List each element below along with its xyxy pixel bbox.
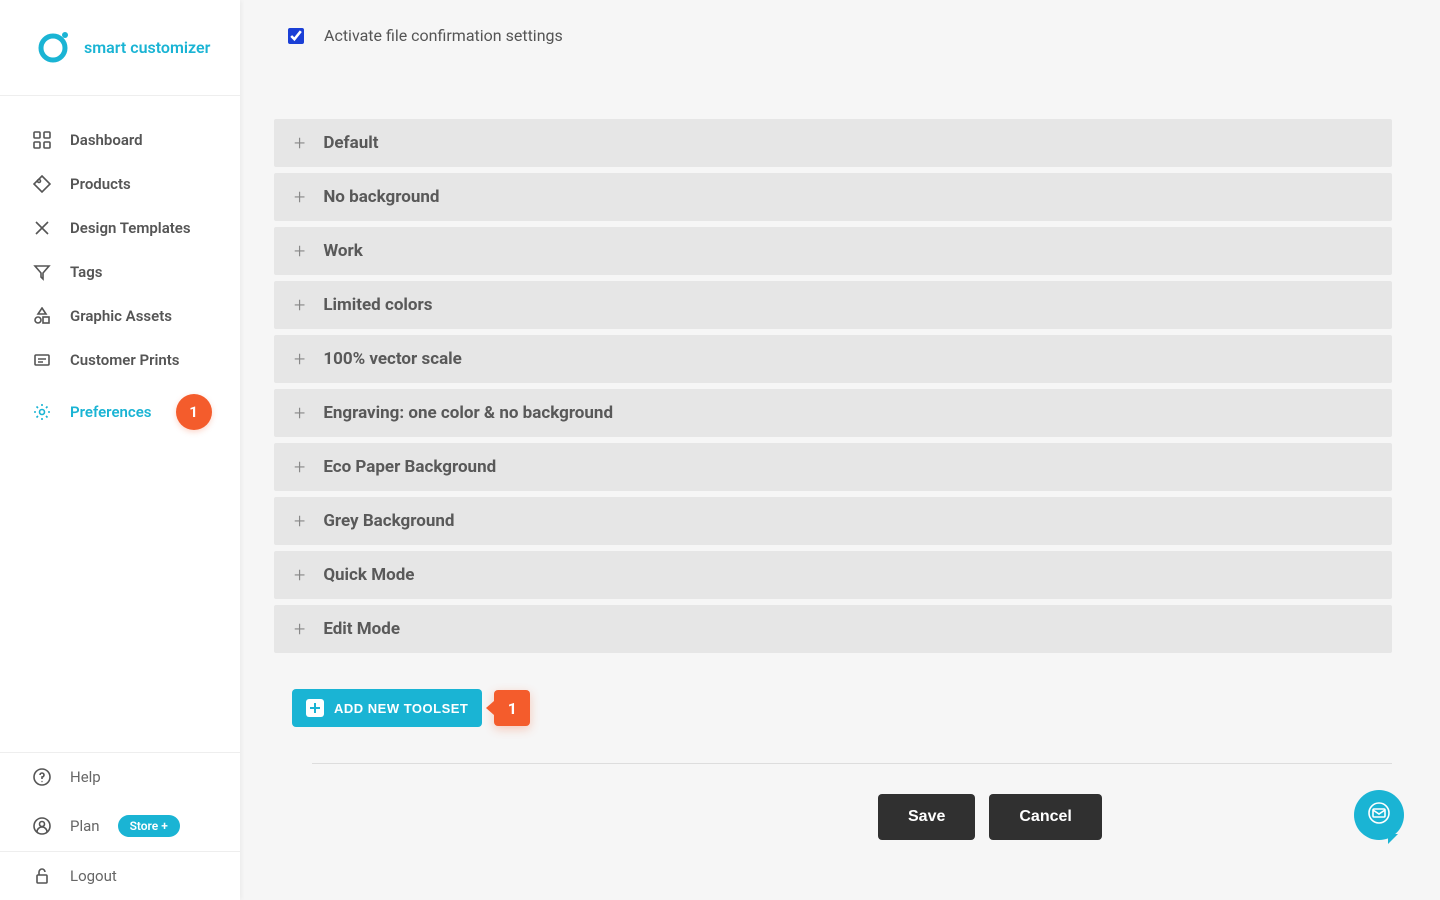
expand-icon: + <box>294 565 305 585</box>
chat-button[interactable] <box>1354 790 1404 840</box>
tag-icon <box>32 174 52 194</box>
shapes-icon <box>32 306 52 326</box>
toolset-label: Grey Background <box>323 511 454 531</box>
sidebar-item-label: Graphic Assets <box>70 307 172 325</box>
expand-icon: + <box>294 457 305 477</box>
toolset-item-vector-scale[interactable]: + 100% vector scale <box>274 335 1392 383</box>
add-button-label: ADD NEW TOOLSET <box>334 701 468 716</box>
save-button[interactable]: Save <box>878 794 975 840</box>
callout-badge: 1 <box>494 690 530 726</box>
sidebar-item-label: Preferences <box>70 403 152 421</box>
toolset-label: 100% vector scale <box>323 349 462 369</box>
toolset-label: Eco Paper Background <box>323 457 496 477</box>
sidebar-item-logout[interactable]: Logout <box>0 852 240 900</box>
toolset-item-edit-mode[interactable]: + Edit Mode <box>274 605 1392 653</box>
cancel-button[interactable]: Cancel <box>989 794 1101 840</box>
toolset-item-eco-paper[interactable]: + Eco Paper Background <box>274 443 1392 491</box>
sidebar-item-dashboard[interactable]: Dashboard <box>0 118 240 162</box>
plus-square-icon <box>306 699 324 717</box>
toolset-label: Work <box>323 241 363 261</box>
sidebar-item-label: Help <box>70 768 101 786</box>
toolset-label: Limited colors <box>323 295 432 315</box>
expand-icon: + <box>294 349 305 369</box>
add-toolset-row: ADD NEW TOOLSET 1 <box>240 659 1440 727</box>
toolset-item-work[interactable]: + Work <box>274 227 1392 275</box>
toolset-label: Default <box>323 133 378 153</box>
toolset-list: + Default + No background + Work + Limit… <box>240 45 1440 653</box>
sidebar-item-label: Logout <box>70 867 117 885</box>
activate-settings-checkbox[interactable] <box>288 28 304 44</box>
sidebar-item-design-templates[interactable]: Design Templates <box>0 206 240 250</box>
toolset-item-engraving[interactable]: + Engraving: one color & no background <box>274 389 1392 437</box>
gear-icon <box>32 402 52 422</box>
sidebar-item-label: Tags <box>70 263 103 281</box>
toolset-label: Quick Mode <box>323 565 414 585</box>
plan-badge: Store + <box>118 815 180 837</box>
toolset-item-default[interactable]: + Default <box>274 119 1392 167</box>
toolset-label: Engraving: one color & no background <box>323 403 613 423</box>
sidebar-item-graphic-assets[interactable]: Graphic Assets <box>0 294 240 338</box>
expand-icon: + <box>294 133 305 153</box>
nav: Dashboard Products Design Templates Tags… <box>0 96 240 752</box>
toolset-label: Edit Mode <box>323 619 400 639</box>
print-icon <box>32 350 52 370</box>
help-icon <box>32 767 52 787</box>
sidebar-item-customer-prints[interactable]: Customer Prints <box>0 338 240 382</box>
toolset-item-quick-mode[interactable]: + Quick Mode <box>274 551 1392 599</box>
expand-icon: + <box>294 511 305 531</box>
activate-settings-row: Activate file confirmation settings <box>240 0 1440 45</box>
user-icon <box>32 816 52 836</box>
brand: smart customizer <box>0 0 240 96</box>
sidebar-item-label: Customer Prints <box>70 351 180 369</box>
sidebar-item-label: Design Templates <box>70 219 191 237</box>
add-new-toolset-button[interactable]: ADD NEW TOOLSET <box>292 689 482 727</box>
sidebar-item-plan[interactable]: Plan Store + <box>0 801 240 851</box>
expand-icon: + <box>294 241 305 261</box>
sidebar: smart customizer Dashboard Products Desi… <box>0 0 240 900</box>
toolset-item-limited-colors[interactable]: + Limited colors <box>274 281 1392 329</box>
sidebar-item-preferences[interactable]: Preferences 1 <box>0 382 240 442</box>
sidebar-item-label: Plan <box>70 817 100 835</box>
sidebar-item-products[interactable]: Products <box>0 162 240 206</box>
sidebar-item-label: Products <box>70 175 131 193</box>
toolset-item-grey-background[interactable]: + Grey Background <box>274 497 1392 545</box>
toolset-label: No background <box>323 187 439 207</box>
expand-icon: + <box>294 619 305 639</box>
expand-icon: + <box>294 295 305 315</box>
expand-icon: + <box>294 187 305 207</box>
brand-name: smart customizer <box>84 38 210 57</box>
mail-icon <box>1367 801 1391 829</box>
tools-icon <box>32 218 52 238</box>
sidebar-item-tags[interactable]: Tags <box>0 250 240 294</box>
sidebar-footer: Help Plan Store + Logout <box>0 752 240 900</box>
toolset-item-no-background[interactable]: + No background <box>274 173 1392 221</box>
sidebar-item-label: Dashboard <box>70 131 143 149</box>
preferences-badge: 1 <box>176 394 212 430</box>
main-content: Activate file confirmation settings + De… <box>240 0 1440 900</box>
dashboard-icon <box>32 130 52 150</box>
expand-icon: + <box>294 403 305 423</box>
filter-icon <box>32 262 52 282</box>
brand-logo-icon <box>36 29 70 67</box>
chat-tail-icon <box>1388 834 1398 844</box>
sidebar-item-help[interactable]: Help <box>0 753 240 801</box>
activate-settings-label: Activate file confirmation settings <box>324 26 563 45</box>
lock-icon <box>32 866 52 886</box>
